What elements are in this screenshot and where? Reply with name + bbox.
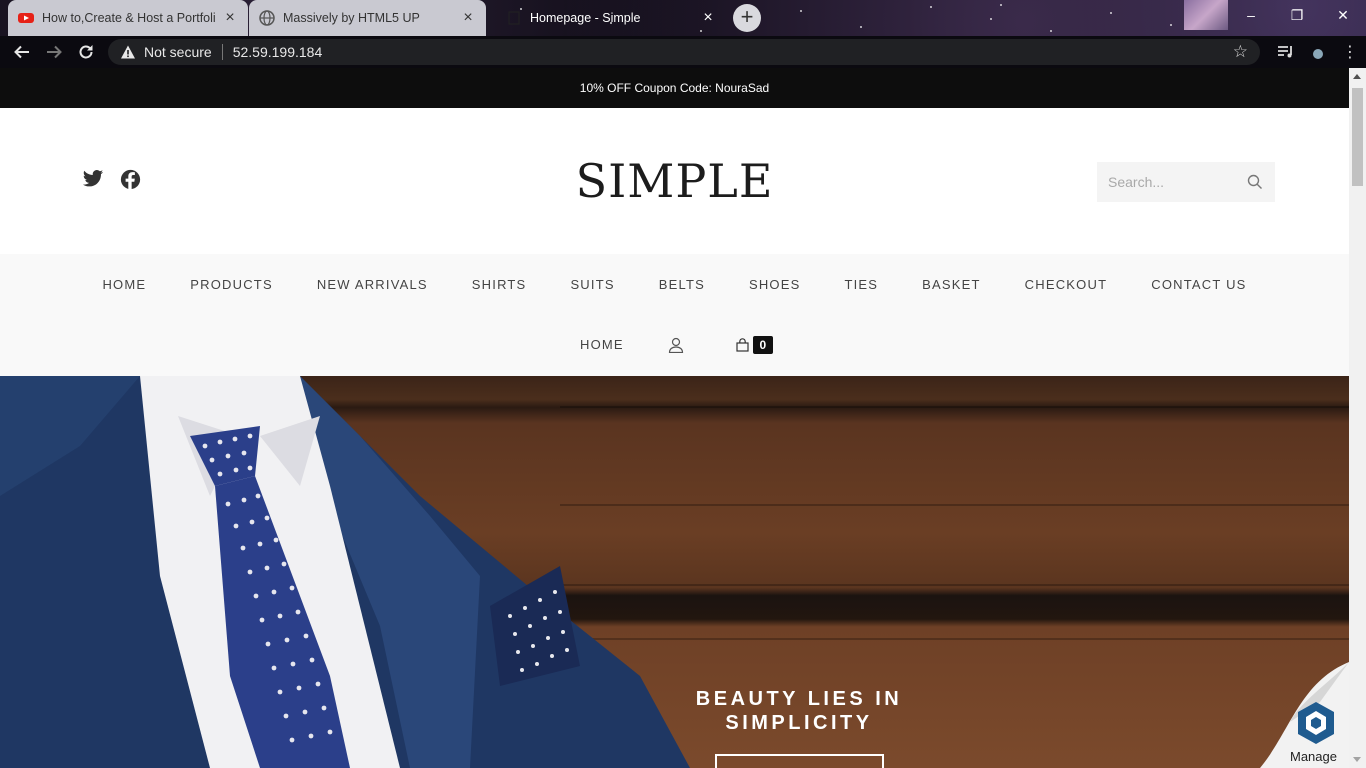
- reload-icon: [79, 45, 93, 59]
- close-icon[interactable]: ×: [700, 10, 716, 26]
- cart-count-badge: 0: [752, 336, 773, 354]
- window-thumbnail: [1184, 0, 1228, 30]
- search-icon[interactable]: [1247, 174, 1263, 190]
- window-controls: – ❐ ✕: [1184, 0, 1366, 30]
- scroll-up-arrow-icon[interactable]: [1353, 74, 1361, 79]
- nav-item-shoes[interactable]: SHOES: [727, 275, 823, 295]
- coupon-text: 10% OFF Coupon Code: NouraSad: [579, 81, 770, 95]
- nav-item-new-arrivals[interactable]: NEW ARRIVALS: [295, 275, 450, 295]
- scroll-down-arrow-icon[interactable]: [1353, 757, 1361, 762]
- main-navigation: HOME PRODUCTS NEW ARRIVALS SHIRTS SUITS …: [0, 254, 1349, 376]
- search-box: [1097, 162, 1275, 202]
- menu-kebab-icon[interactable]: ⋮: [1334, 36, 1366, 68]
- search-input[interactable]: [1097, 174, 1237, 190]
- bookmark-star-icon[interactable]: ☆: [1233, 42, 1248, 62]
- nav-row-secondary: HOME 0: [558, 335, 1349, 355]
- tab-title: How to,Create & Host a Portfolio: [42, 11, 216, 25]
- tab-homepage-simple[interactable]: Homepage - Simple ×: [496, 0, 726, 36]
- reload-button[interactable]: [70, 36, 102, 68]
- profile-avatar[interactable]: [1302, 36, 1334, 68]
- nav-item-checkout[interactable]: CHECKOUT: [1003, 275, 1130, 295]
- close-icon[interactable]: ×: [460, 10, 476, 26]
- scrollbar-thumb[interactable]: [1352, 88, 1363, 186]
- tab-title: Homepage - Simple: [530, 11, 641, 25]
- web-page: 10% OFF Coupon Code: NouraSad SIMPLE HOM…: [0, 68, 1349, 768]
- nav-row-primary: HOME PRODUCTS NEW ARRIVALS SHIRTS SUITS …: [0, 275, 1349, 295]
- new-tab-button[interactable]: +: [733, 4, 761, 32]
- manage-label[interactable]: Manage: [1290, 749, 1337, 764]
- divider: [221, 44, 223, 60]
- nav-item-suits[interactable]: SUITS: [548, 275, 636, 295]
- hero-suit-image: [0, 376, 690, 768]
- close-icon[interactable]: ×: [222, 10, 238, 26]
- back-arrow-icon: [14, 45, 29, 59]
- user-account-icon[interactable]: [668, 337, 684, 353]
- nav-item-basket[interactable]: BASKET: [900, 275, 1003, 295]
- tab-title: Massively by HTML5 UP: [283, 11, 420, 25]
- site-header: SIMPLE: [0, 108, 1349, 254]
- page-icon: [508, 11, 520, 25]
- toolbar-right: ⋮: [1270, 36, 1366, 68]
- nav-item-shirts[interactable]: SHIRTS: [450, 275, 549, 295]
- security-label: Not secure: [144, 44, 212, 60]
- minimize-button[interactable]: –: [1228, 0, 1274, 30]
- warning-icon: [121, 45, 135, 59]
- youtube-icon: [18, 13, 34, 23]
- hero-title: BEAUTY LIES IN SIMPLICITY: [600, 687, 998, 735]
- hero-banner: BEAUTY LIES IN SIMPLICITY: [0, 376, 1349, 768]
- globe-icon: [259, 10, 275, 26]
- tab-youtube[interactable]: How to,Create & Host a Portfolio ×: [8, 0, 248, 36]
- nav-item-belts[interactable]: BELTS: [637, 275, 727, 295]
- tab-strip: How to,Create & Host a Portfolio × Massi…: [0, 0, 1366, 36]
- forward-button[interactable]: [38, 36, 70, 68]
- back-button[interactable]: [6, 36, 38, 68]
- nav-item-home[interactable]: HOME: [80, 275, 168, 295]
- hero-title-line2: SIMPLICITY: [725, 712, 873, 734]
- shopping-bag-icon: [736, 338, 749, 352]
- maximize-button[interactable]: ❐: [1274, 0, 1320, 30]
- address-bar[interactable]: Not secure 52.59.199.184 ☆: [108, 39, 1260, 65]
- close-window-button[interactable]: ✕: [1320, 0, 1366, 30]
- nav-item-home-secondary[interactable]: HOME: [558, 335, 646, 355]
- page-scrollbar[interactable]: [1349, 68, 1366, 768]
- nav-item-ties[interactable]: TIES: [822, 275, 900, 295]
- coupon-bar: 10% OFF Coupon Code: NouraSad: [0, 68, 1349, 108]
- hero-cta-button[interactable]: [715, 754, 884, 768]
- nav-item-contact-us[interactable]: CONTACT US: [1129, 275, 1268, 295]
- forward-arrow-icon: [47, 45, 62, 59]
- tab-massively[interactable]: Massively by HTML5 UP ×: [249, 0, 486, 36]
- media-control-icon[interactable]: [1270, 36, 1302, 68]
- nav-item-products[interactable]: PRODUCTS: [168, 275, 295, 295]
- url-text[interactable]: 52.59.199.184: [233, 44, 323, 60]
- cart-button[interactable]: 0: [736, 336, 773, 354]
- hero-title-line1: BEAUTY LIES IN: [695, 688, 903, 710]
- browser-toolbar: Not secure 52.59.199.184 ☆ ⋮: [0, 36, 1366, 68]
